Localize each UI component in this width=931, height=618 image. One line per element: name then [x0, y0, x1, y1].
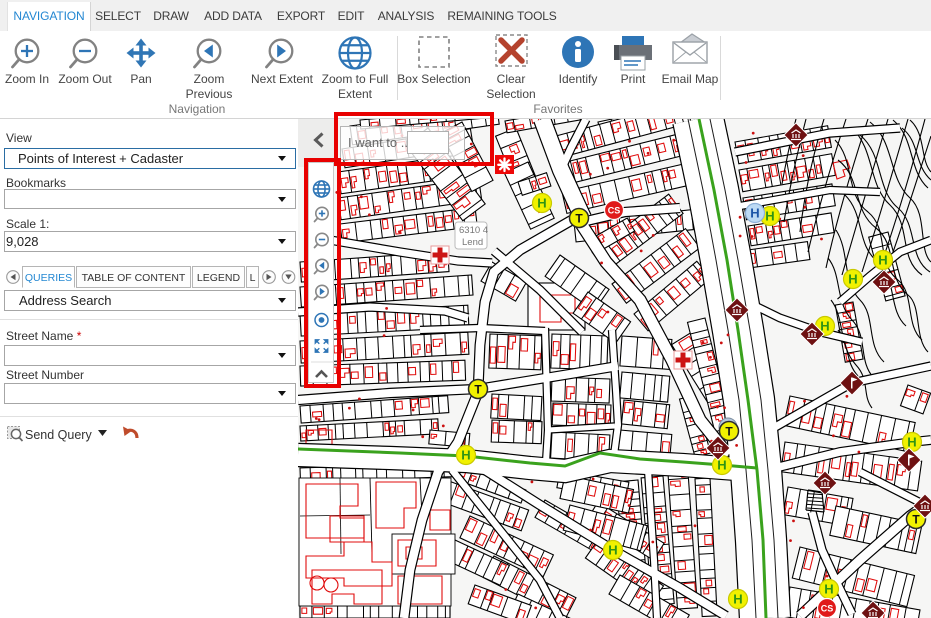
svg-text:H: H [907, 435, 916, 450]
svg-text:H: H [878, 253, 887, 268]
svg-text:Lend: Lend [462, 237, 483, 248]
svg-text:CS: CS [821, 604, 834, 614]
svg-text:T: T [474, 383, 482, 397]
svg-text:H: H [824, 582, 833, 597]
svg-text:CS: CS [608, 206, 621, 216]
svg-text:6310 4: 6310 4 [459, 225, 488, 236]
svg-text:T: T [912, 513, 920, 527]
svg-text:T: T [575, 212, 583, 226]
svg-text:H: H [750, 206, 759, 221]
svg-text:T: T [725, 425, 733, 439]
svg-text:H: H [461, 448, 470, 463]
svg-text:H: H [765, 209, 774, 224]
svg-text:H: H [537, 196, 546, 211]
svg-text:H: H [608, 543, 617, 558]
svg-text:H: H [848, 272, 857, 287]
svg-text:H: H [733, 592, 742, 607]
